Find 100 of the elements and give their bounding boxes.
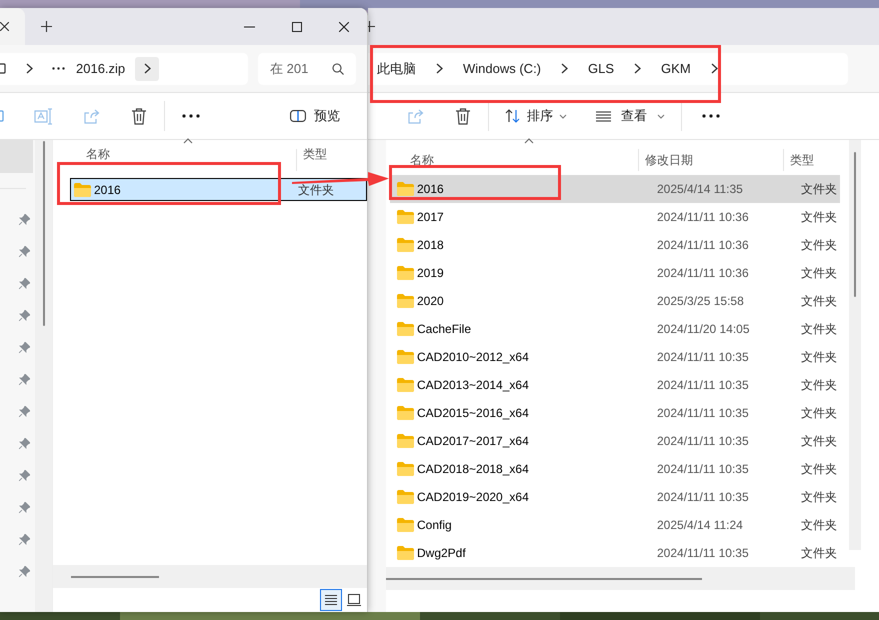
- file-row[interactable]: 2019 2024/11/11 10:36 文件夹: [390, 259, 840, 287]
- pin-icon[interactable]: [19, 438, 30, 449]
- chevron-icon: [634, 63, 642, 74]
- share-icon[interactable]: [407, 108, 424, 124]
- file-type: 文件夹: [801, 237, 837, 254]
- file-row[interactable]: CAD2013~2014_x64 2024/11/11 10:35 文件夹: [390, 371, 840, 399]
- more-icon[interactable]: [702, 114, 720, 118]
- pin-icon[interactable]: [19, 278, 30, 289]
- file-row[interactable]: 2020 2025/3/25 15:58 文件夹: [390, 287, 840, 315]
- file-row[interactable]: CAD2017~2017_x64 2024/11/11 10:35 文件夹: [390, 427, 840, 455]
- modified-date: 2024/11/11 10:35: [657, 405, 750, 422]
- pin-icon[interactable]: [19, 374, 30, 385]
- breadcrumb-item[interactable]: GLS: [588, 58, 614, 78]
- pin-icon[interactable]: [19, 502, 30, 513]
- breadcrumb-item[interactable]: 此电脑: [377, 58, 416, 78]
- modified-date: 2024/11/11 10:35: [657, 349, 750, 366]
- pin-icon[interactable]: [19, 470, 30, 481]
- folder-icon: [397, 238, 414, 252]
- file-type: 文件夹: [298, 182, 334, 198]
- folder-icon: [397, 182, 414, 196]
- file-row[interactable]: Dwg2Pdf 2024/11/11 10:35 文件夹: [390, 539, 840, 567]
- horizontal-scrollbar-thumb[interactable]: [386, 578, 702, 580]
- close-icon[interactable]: [339, 22, 349, 32]
- pin-icon[interactable]: [19, 534, 30, 545]
- search-field[interactable]: 在 201: [258, 52, 356, 84]
- breadcrumb-item[interactable]: Windows (C:): [463, 58, 542, 78]
- chevron-icon: [144, 63, 151, 74]
- pin-icon[interactable]: [19, 566, 30, 577]
- pin-icon[interactable]: [19, 310, 30, 321]
- modified-date: 2025/3/25 15:58: [657, 293, 745, 310]
- folder-icon: [397, 518, 414, 532]
- file-type: 文件夹: [801, 293, 837, 310]
- delete-icon[interactable]: [455, 108, 471, 124]
- file-name: CAD2013~2014_x64: [417, 377, 530, 394]
- column-header[interactable]: 类型: [303, 145, 327, 163]
- more-icon[interactable]: [182, 114, 200, 118]
- file-name: 2020: [417, 293, 445, 310]
- chevron-icon: [26, 63, 33, 74]
- details-view-icon: [324, 594, 338, 606]
- search-input[interactable]: 在 201: [270, 58, 320, 78]
- expand-path-button[interactable]: [135, 56, 160, 80]
- file-row[interactable]: CAD2010~2012_x64 2024/11/11 10:35 文件夹: [390, 343, 840, 371]
- address-bar[interactable]: 2016.zip: [0, 52, 248, 84]
- breadcrumb-item[interactable]: 2016.zip: [76, 58, 126, 78]
- column-header[interactable]: 名称: [410, 151, 638, 169]
- pin-icon[interactable]: [19, 214, 30, 225]
- scrollbar-thumb[interactable]: [42, 141, 44, 326]
- minimize-icon[interactable]: [244, 26, 255, 28]
- new-tab-icon[interactable]: [368, 21, 375, 32]
- modified-date: 2025/4/14 11:24: [657, 517, 744, 534]
- sort-button[interactable]: 排序: [505, 106, 567, 126]
- file-row[interactable]: 2016 文件夹: [70, 178, 367, 201]
- close-icon[interactable]: [0, 22, 9, 31]
- file-name: 2017: [417, 209, 445, 226]
- delete-icon[interactable]: [131, 108, 147, 124]
- modified-date: 2024/11/11 10:35: [657, 461, 750, 478]
- preview-view-icon: [347, 594, 361, 606]
- pin-icon[interactable]: [19, 406, 30, 417]
- folder-icon: [397, 546, 414, 560]
- horizontal-scrollbar-thumb[interactable]: [71, 576, 159, 578]
- file-row[interactable]: CAD2015~2016_x64 2024/11/11 10:35 文件夹: [390, 399, 840, 427]
- modified-date: 2024/11/11 10:35: [657, 489, 750, 506]
- scrollbar-thumb[interactable]: [854, 152, 856, 297]
- pin-icon[interactable]: [19, 246, 30, 257]
- folder-icon: [397, 406, 414, 420]
- column-header[interactable]: 修改日期: [645, 151, 783, 169]
- new-tab-icon[interactable]: [41, 21, 52, 32]
- folder-icon: [397, 462, 414, 476]
- file-row[interactable]: CAD2018~2018_x64 2024/11/11 10:35 文件夹: [390, 455, 840, 483]
- search-icon[interactable]: [332, 62, 344, 74]
- chevron-icon: [710, 63, 718, 74]
- column-header[interactable]: 名称: [86, 145, 110, 163]
- folder-icon: [397, 210, 414, 224]
- ellipsis-icon[interactable]: [52, 67, 65, 70]
- modified-date: 2024/11/11 10:36: [657, 209, 750, 226]
- file-row[interactable]: CAD2019~2020_x64 2024/11/11 10:35 文件夹: [390, 483, 840, 511]
- file-row[interactable]: 2018 2024/11/11 10:36 文件夹: [390, 231, 840, 259]
- view-button[interactable]: 查看: [596, 106, 665, 126]
- folder-icon: [397, 490, 414, 504]
- file-name: Config: [417, 517, 453, 534]
- caret-icon: [657, 114, 665, 118]
- caret-icon: [559, 114, 567, 118]
- maximize-icon[interactable]: [292, 22, 302, 32]
- file-type: 文件夹: [801, 209, 837, 226]
- column-header[interactable]: 类型: [790, 151, 814, 169]
- preview-button[interactable]: 预览: [290, 106, 340, 126]
- pin-icon[interactable]: [19, 342, 30, 353]
- tab[interactable]: [0, 8, 25, 45]
- file-row[interactable]: 2016 2025/4/14 11:35 文件夹: [390, 175, 840, 203]
- file-name: Dwg2Pdf: [417, 545, 467, 562]
- file-row[interactable]: Config 2025/4/14 11:24 文件夹: [390, 511, 840, 539]
- breadcrumb-item[interactable]: GKM: [661, 58, 691, 78]
- file-name: 2018: [417, 237, 445, 254]
- address-bar[interactable]: 此电脑 Windows (C:) GLS GKM: [368, 52, 848, 84]
- list-icon: [596, 110, 611, 122]
- view-toggle-button[interactable]: [320, 589, 342, 611]
- share-icon[interactable]: [83, 108, 100, 124]
- file-row[interactable]: 2017 2024/11/11 10:36 文件夹: [390, 203, 840, 231]
- rename-icon[interactable]: [34, 108, 52, 124]
- file-row[interactable]: CacheFile 2024/11/20 14:05 文件夹: [390, 315, 840, 343]
